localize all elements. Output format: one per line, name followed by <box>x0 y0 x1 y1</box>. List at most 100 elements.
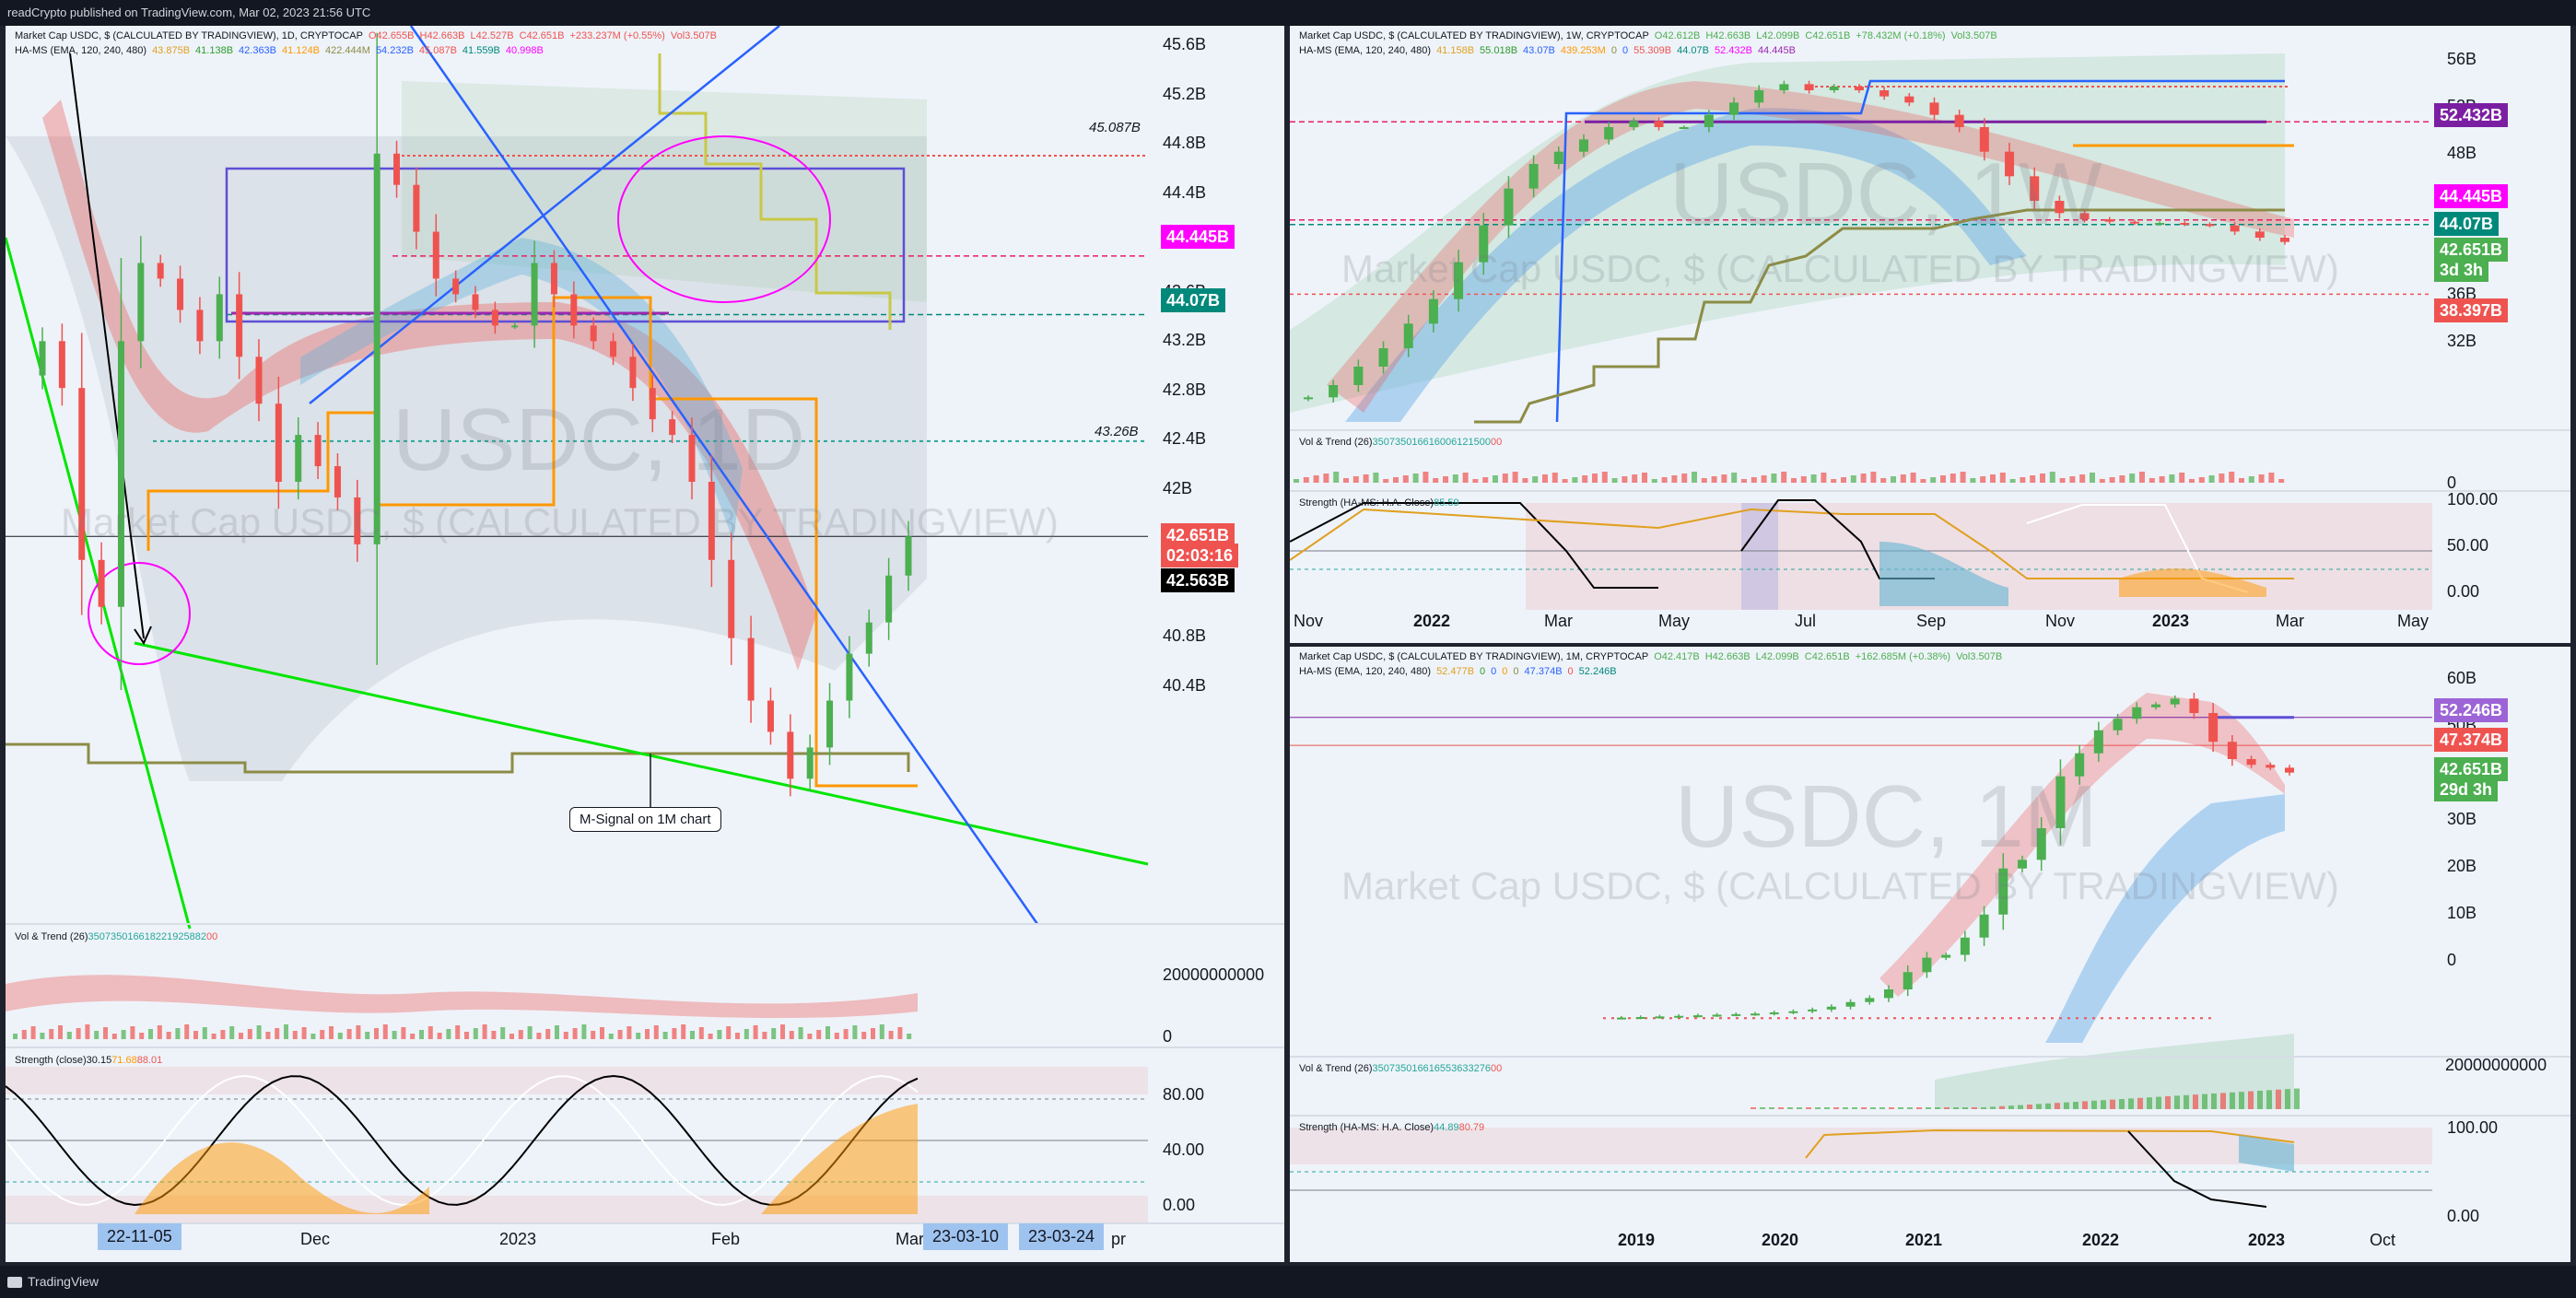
vol-bar <box>1661 477 1668 483</box>
vol-bar <box>1423 472 1429 483</box>
vol-bar <box>66 1032 72 1039</box>
vol-bar <box>446 1029 451 1039</box>
price-tag-pink: 44.445B <box>1161 225 1235 249</box>
pane-divider[interactable] <box>1290 1115 2570 1117</box>
candle-body <box>432 231 439 279</box>
header-value: 0 <box>1496 437 1503 448</box>
candle-body <box>1428 298 1438 324</box>
vol-bar <box>2174 1095 2180 1109</box>
header-value: +233.237M (+0.55%) <box>569 30 665 41</box>
vol-bar <box>1294 479 1299 483</box>
vol-bar <box>555 1025 559 1039</box>
vol-bar <box>2027 1105 2032 1109</box>
vol-bar <box>1926 1107 1931 1109</box>
vol-bar <box>2090 473 2095 483</box>
price-tag-red: 47.374B <box>2434 728 2509 752</box>
pane-divider[interactable] <box>1290 490 2570 492</box>
vol-bar <box>2119 475 2125 483</box>
header-value: 44.445B <box>1757 45 1796 56</box>
y-tick: 40.8B <box>1163 626 1207 645</box>
header-value: 52.432B <box>1714 45 1752 56</box>
header-value: 85.59 <box>1434 497 1459 509</box>
header-value: 88.01 <box>136 1055 163 1066</box>
pane-divider[interactable] <box>1290 1056 2570 1058</box>
vol-trend-header: Vol & Trend (26)35073501661822192588200 <box>15 931 217 942</box>
annotation-m-signal[interactable]: M-Signal on 1M chart <box>569 807 721 832</box>
vol-bar <box>1990 1106 1996 1109</box>
vol-bar <box>220 1030 226 1039</box>
publish-bar: readCrypto published on TradingView.com,… <box>0 0 2576 26</box>
candle-body <box>117 341 124 607</box>
chart-panel-1w[interactable]: USDC, 1W Market Cap USDC, $ (CALCULATED … <box>1290 26 2570 643</box>
vol-bar <box>2294 1088 2300 1109</box>
vol-bar <box>275 1028 280 1039</box>
strength-tick: 80.00 <box>1163 1085 1205 1104</box>
pane-divider[interactable] <box>6 923 1284 925</box>
header-value: 0 <box>1567 666 1574 677</box>
candle-body <box>1617 1017 1626 1020</box>
chart-canvas-1d[interactable] <box>6 26 1284 1262</box>
candle-body <box>1804 84 1814 90</box>
vol-bar <box>645 1029 650 1039</box>
vol-bar <box>2276 1089 2281 1109</box>
header-value: 55.018B <box>1480 45 1518 56</box>
candle-body <box>334 466 341 497</box>
vol-bar <box>2055 1103 2060 1109</box>
header-value: 439.253M <box>1560 45 1606 56</box>
header-ohlc: Market Cap USDC, $ (CALCULATED BY TRADIN… <box>1299 650 2008 664</box>
pane-divider[interactable] <box>1290 429 2570 431</box>
vol-bar <box>1940 475 1946 483</box>
header-value: Market Cap USDC, $ (CALCULATED BY TRADIN… <box>1299 30 1649 41</box>
vol-bar <box>1692 472 1697 483</box>
candle-body <box>1754 90 1764 103</box>
chart-canvas-1m[interactable] <box>1290 647 2570 1262</box>
candle-body <box>728 559 735 638</box>
candle-body <box>1635 1017 1645 1019</box>
chart-canvas-1w[interactable] <box>1290 26 2570 643</box>
y-tick: 45.2B <box>1163 84 1207 103</box>
vol-bar <box>2079 474 2086 483</box>
header-value: 71.68 <box>111 1055 137 1066</box>
chart-panel-1d[interactable]: USDC, 1D Market Cap USDC, $ (CALCULATED … <box>6 26 1284 1262</box>
vol-bar <box>1972 1107 1977 1109</box>
candle-body <box>1378 348 1388 367</box>
candle-body <box>846 653 853 701</box>
vol-bar <box>2156 1096 2161 1109</box>
date-marker[interactable]: 22-11-05 <box>98 1223 181 1250</box>
date-marker[interactable]: 23-03-10 <box>923 1223 1009 1250</box>
vol-bar <box>717 1030 722 1039</box>
header-value: 55.309B <box>1633 45 1672 56</box>
chart-panel-1m[interactable]: USDC, 1M Market Cap USDC, $ (CALCULATED … <box>1290 647 2570 1262</box>
header-value: 0 <box>1491 666 1497 677</box>
vol-bar <box>1861 1107 1867 1109</box>
vol-bar <box>1303 477 1309 483</box>
pane-divider[interactable] <box>6 1047 1284 1048</box>
header-value: 3507350166 <box>1372 437 1429 448</box>
strength-zone <box>6 1067 1148 1094</box>
y-tick: 32B <box>2447 332 2477 350</box>
header-ohlc: Market Cap USDC, $ (CALCULATED BY TRADIN… <box>15 29 722 43</box>
candle-body <box>806 747 814 779</box>
header-value: L42.099B <box>1755 651 1799 662</box>
vol-bar <box>1981 1107 1986 1109</box>
date-marker[interactable]: 23-03-24 <box>1019 1223 1105 1250</box>
vol-bar <box>1433 478 1439 483</box>
vol-bar <box>2040 474 2045 483</box>
header-value: 44.07B <box>1677 45 1709 56</box>
candle-body <box>787 731 794 779</box>
vol-bar <box>1760 1107 1765 1109</box>
vol-bar <box>2169 474 2175 483</box>
candle-body <box>314 435 322 467</box>
vol-bar <box>1731 473 1738 483</box>
candle-body <box>550 263 557 295</box>
header-value: H42.663B <box>1704 651 1751 662</box>
candle-body <box>511 325 519 328</box>
vol-bar <box>337 1033 343 1039</box>
candle-body <box>1769 1012 1779 1014</box>
vol-bar <box>1562 479 1568 483</box>
vol-bar <box>247 1029 252 1039</box>
vol-bar <box>2128 1098 2134 1109</box>
vol-bar <box>735 1033 740 1039</box>
header-value: 41.124B <box>282 45 320 56</box>
header-value: 0 <box>1480 666 1486 677</box>
